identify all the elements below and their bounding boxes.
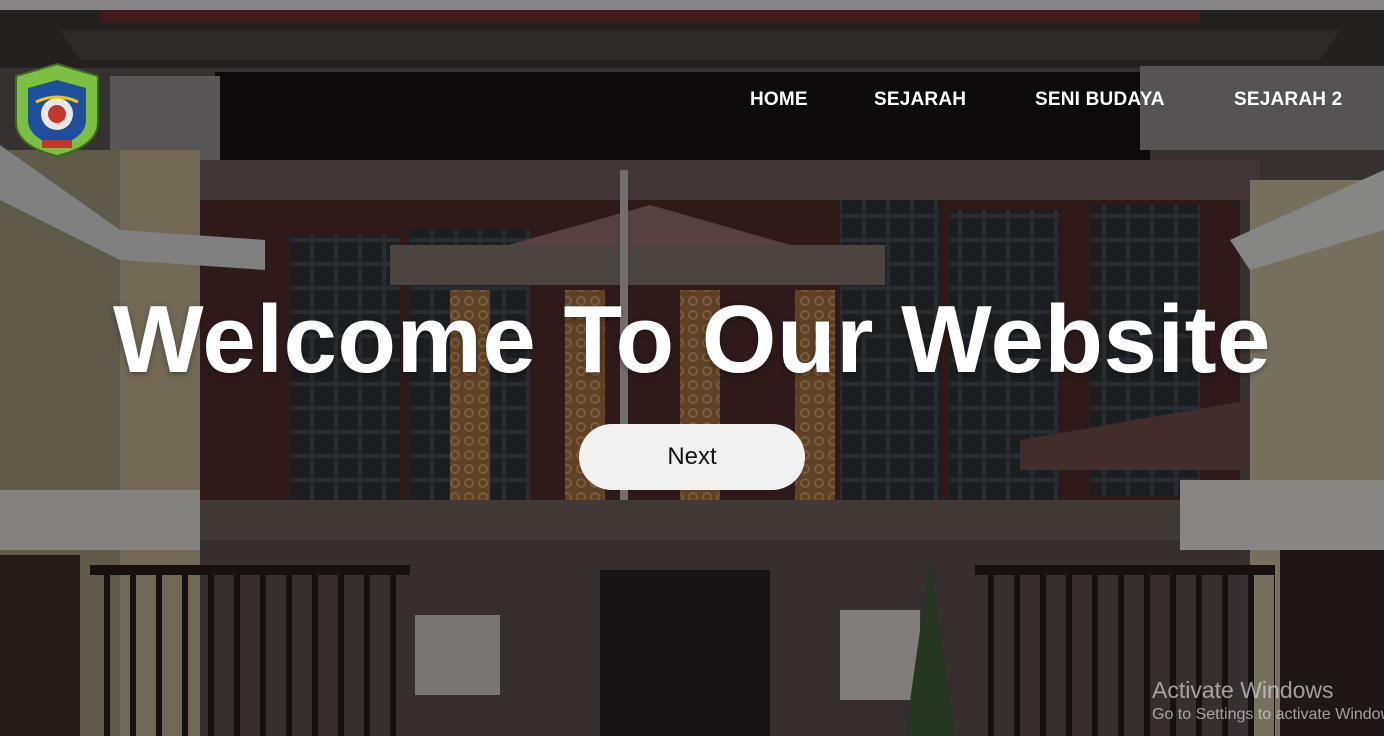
watermark-title: Activate Windows: [1152, 677, 1334, 703]
nav-sejarah-2[interactable]: SEJARAH 2: [1234, 89, 1342, 111]
hero-title: Welcome To Our Website: [113, 286, 1271, 393]
nav-seni-budaya[interactable]: SENI BUDAYA: [1035, 89, 1165, 111]
main-nav: HOME SEJARAH SENI BUDAYA SEJARAH 2: [0, 89, 1384, 113]
windows-activation-watermark: Activate Windows Go to Settings to activ…: [1152, 676, 1384, 726]
nav-home[interactable]: HOME: [750, 89, 808, 111]
next-button[interactable]: Next: [579, 424, 805, 490]
watermark-subtitle: Go to Settings to activate Windows.: [1152, 706, 1384, 723]
nav-sejarah[interactable]: SEJARAH: [874, 89, 966, 111]
